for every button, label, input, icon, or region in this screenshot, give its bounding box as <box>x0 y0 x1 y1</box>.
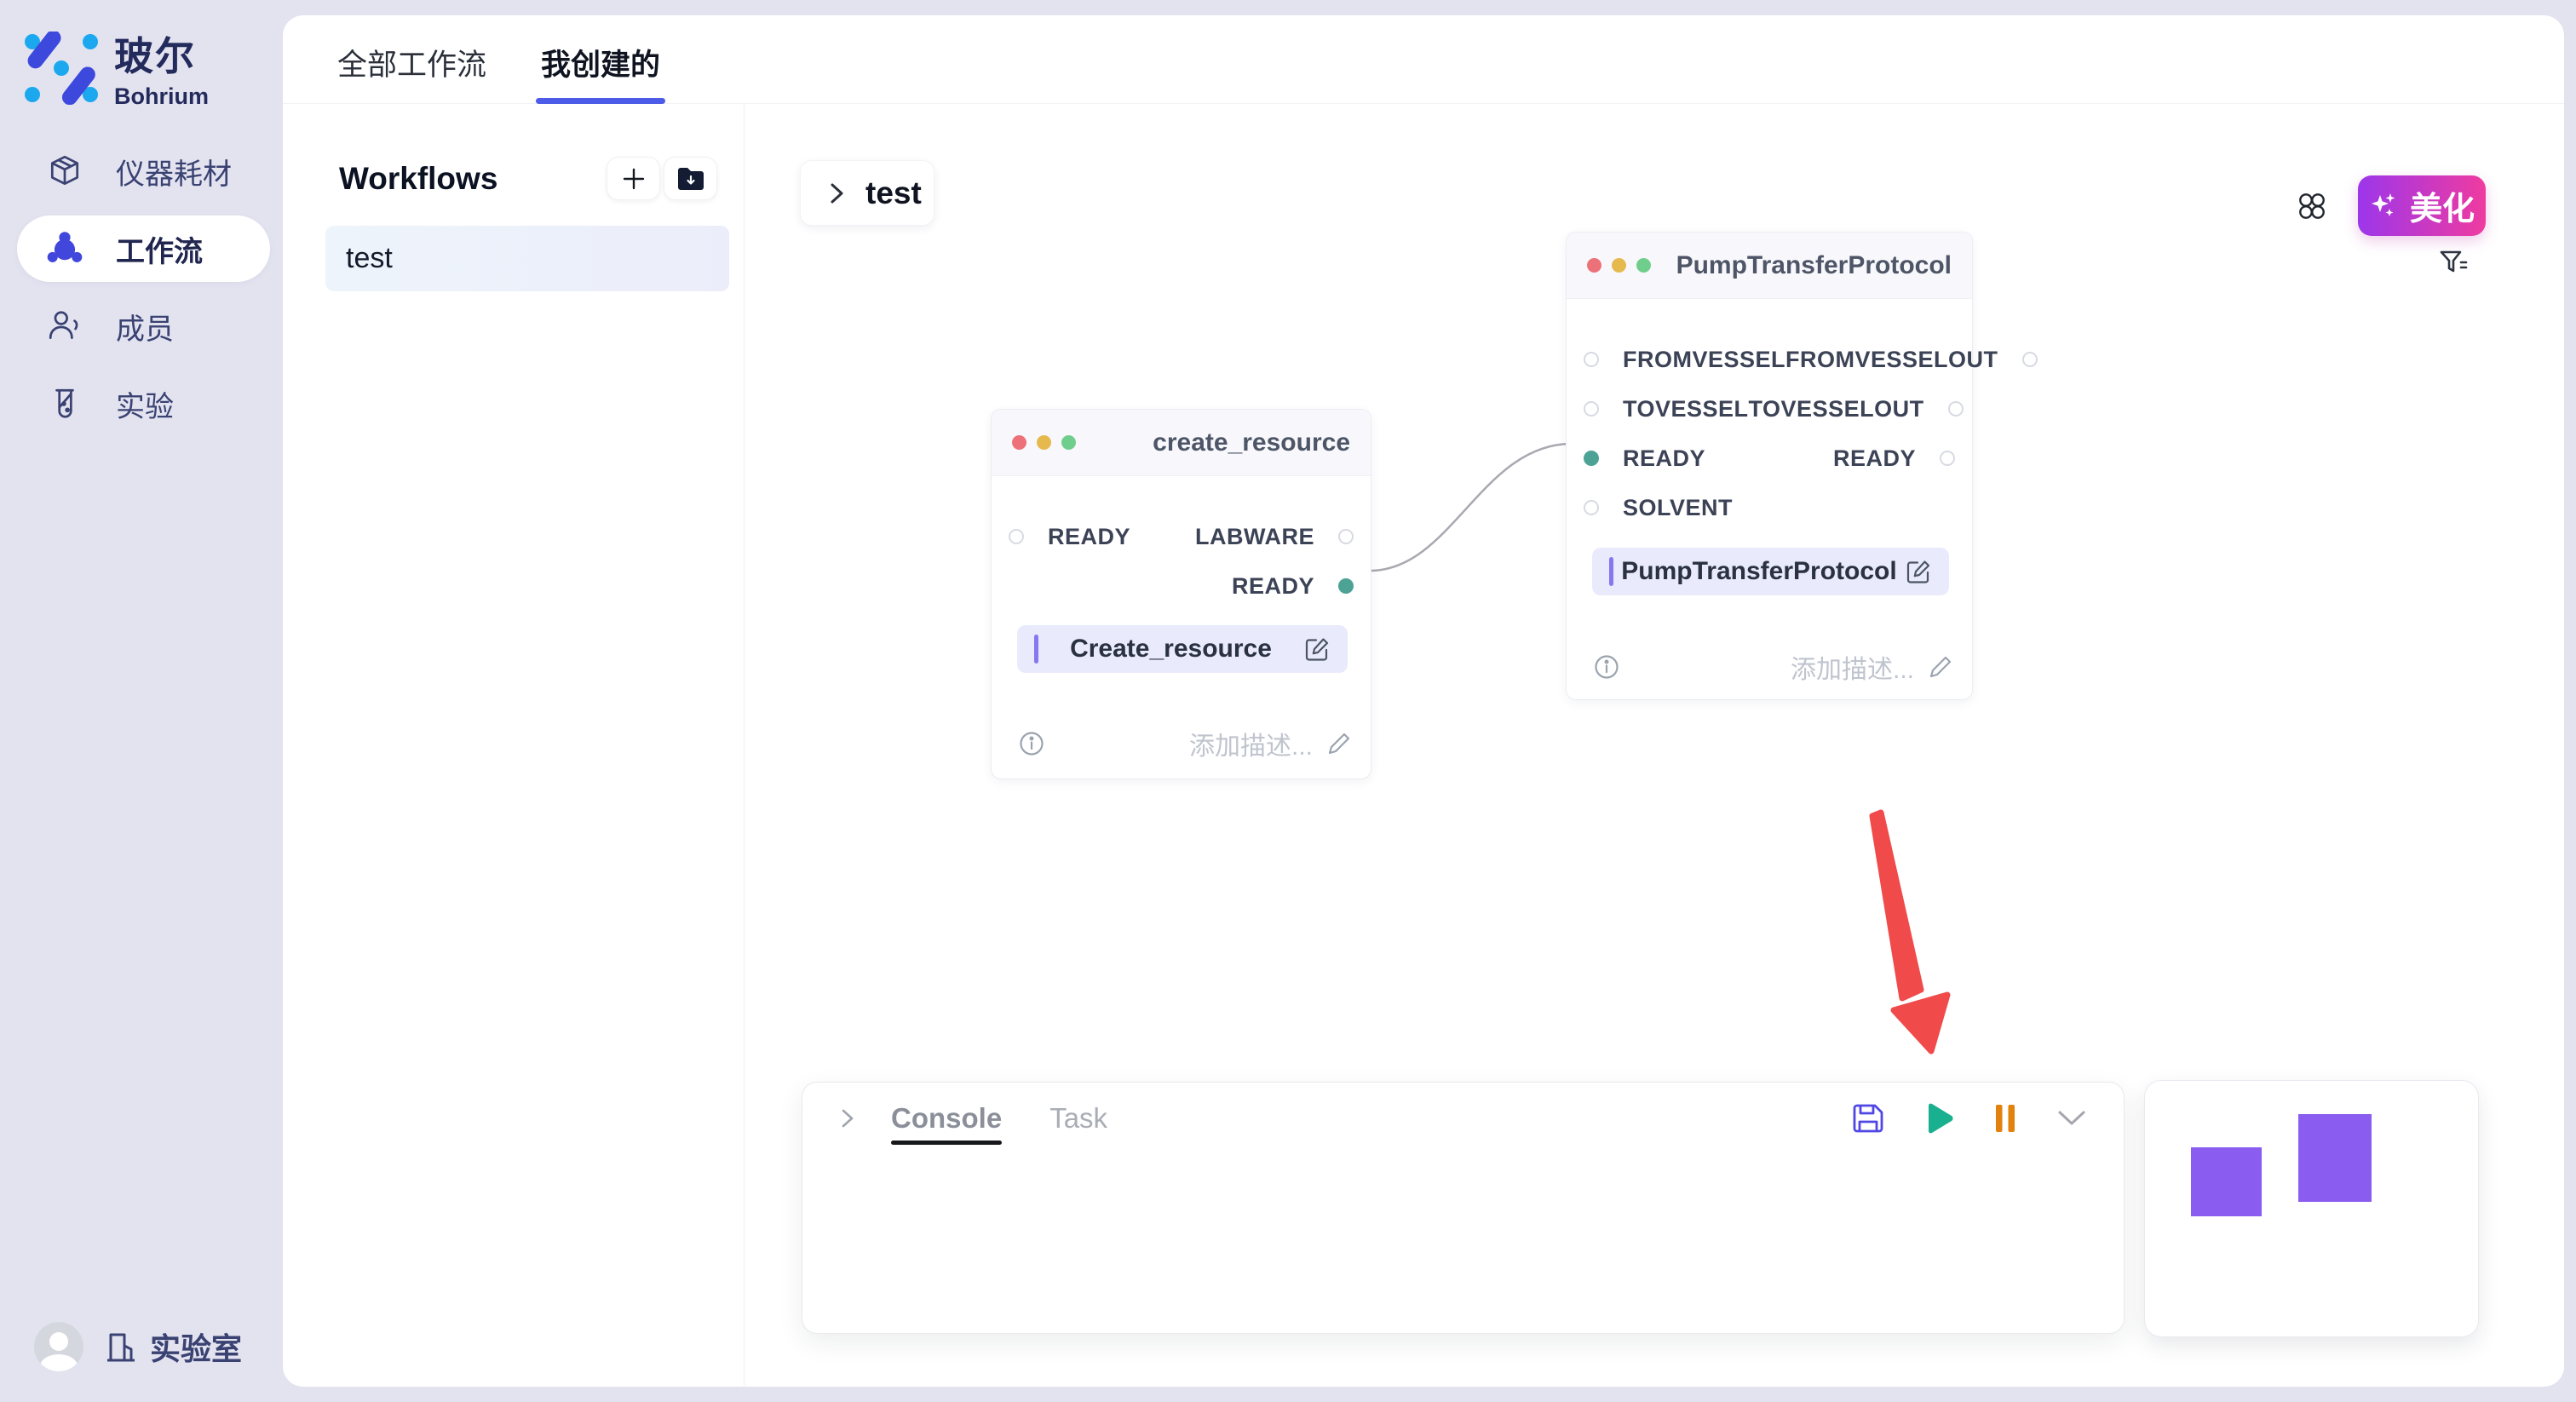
pencil-icon[interactable] <box>1928 654 1953 680</box>
workflows-title: Workflows <box>339 161 497 197</box>
pause-icon <box>1994 1104 2016 1133</box>
lab-label: 实验室 <box>150 1324 242 1369</box>
console-panel: Console Task <box>802 1082 2125 1334</box>
sidebar-item-workflow[interactable]: 工作流 <box>17 215 270 282</box>
avatar[interactable] <box>34 1322 83 1371</box>
members-icon <box>46 307 83 345</box>
lab-switcher[interactable]: 实验室 <box>104 1324 242 1369</box>
input-port[interactable] <box>1584 401 1599 417</box>
workflow-icon <box>46 230 83 267</box>
plus-icon <box>620 165 647 192</box>
breadcrumb[interactable]: test <box>800 160 934 226</box>
yellow-dot <box>1612 258 1626 273</box>
sidebar-item-label: 实验 <box>116 383 174 425</box>
test-tube-icon <box>46 385 83 422</box>
tab-my-created[interactable]: 我创建的 <box>541 41 660 103</box>
node-label: PumpTransferProtocol <box>1613 557 1905 586</box>
yellow-dot <box>1037 435 1051 450</box>
sidebar-nav: 仪器耗材 工作流 <box>0 138 283 437</box>
red-annotation-arrow <box>1872 813 1947 1051</box>
input-port-connected[interactable] <box>1584 451 1599 466</box>
logo-title: 玻尔 <box>114 26 209 82</box>
node-title: PumpTransferProtocol <box>1676 251 1952 280</box>
pause-button[interactable] <box>1994 1104 2016 1133</box>
workflow-list-panel: Workflows <box>283 104 745 1386</box>
node-label: Create_resource <box>1038 635 1303 664</box>
description-placeholder[interactable]: 添加描述... <box>1189 725 1313 762</box>
run-button[interactable] <box>1924 1102 1955 1135</box>
folder-download-icon <box>676 165 706 192</box>
sidebar-footer: 实验室 <box>34 1322 242 1371</box>
sidebar-item-label: 工作流 <box>116 228 203 270</box>
info-icon[interactable] <box>1594 654 1619 680</box>
filter-icon[interactable] <box>2438 247 2469 278</box>
save-button[interactable] <box>1851 1102 1885 1135</box>
red-dot <box>1012 435 1026 450</box>
add-workflow-button[interactable] <box>607 157 660 200</box>
node-pump-transfer-protocol[interactable]: PumpTransferProtocol FROMVESSEL FROMVESS… <box>1566 232 1973 700</box>
building-icon <box>104 1329 138 1365</box>
console-expand-icon[interactable] <box>838 1106 857 1131</box>
output-port[interactable] <box>1338 529 1354 544</box>
chevron-right-icon <box>826 180 847 207</box>
workflow-canvas[interactable]: test 美化 <box>745 104 2564 1386</box>
minimap-node <box>2191 1147 2262 1216</box>
sparkles-icon <box>2369 192 2398 221</box>
input-port[interactable] <box>1009 529 1024 544</box>
description-placeholder[interactable]: 添加描述... <box>1791 648 1914 686</box>
beautify-button[interactable]: 美化 <box>2358 175 2486 236</box>
sidebar-item-label: 成员 <box>116 306 174 348</box>
red-dot <box>1587 258 1601 273</box>
logo[interactable]: 玻尔 Bohrium <box>24 26 209 110</box>
sidebar-item-label: 仪器耗材 <box>116 151 232 192</box>
sidebar-item-members[interactable]: 成员 <box>17 293 270 359</box>
sidebar: 玻尔 Bohrium 仪器耗材 <box>0 0 283 1402</box>
breadcrumb-label: test <box>865 175 922 211</box>
bohrium-logo-icon <box>24 32 99 105</box>
green-dot <box>1061 435 1076 450</box>
chevron-down-icon <box>2056 1108 2088 1129</box>
collapse-console-button[interactable] <box>2056 1108 2088 1129</box>
sidebar-item-experiments[interactable]: 实验 <box>17 371 270 437</box>
edit-icon[interactable] <box>1905 558 1932 585</box>
workflow-tabs: 全部工作流 我创建的 <box>283 15 2564 104</box>
minimap[interactable] <box>2144 1080 2479 1337</box>
input-port[interactable] <box>1584 500 1599 515</box>
output-port[interactable] <box>1940 451 1955 466</box>
sidebar-item-instruments[interactable]: 仪器耗材 <box>17 138 270 204</box>
input-port[interactable] <box>1584 352 1599 367</box>
play-icon <box>1924 1102 1955 1135</box>
node-connection-edge <box>1371 444 1570 571</box>
main-panel: 全部工作流 我创建的 Workflows <box>283 15 2564 1387</box>
node-create-resource[interactable]: create_resource READY LABWARE <box>991 409 1371 779</box>
node-label-box[interactable]: Create_resource <box>1017 625 1348 673</box>
tab-all-workflows[interactable]: 全部工作流 <box>337 41 486 103</box>
pencil-icon[interactable] <box>1326 731 1352 756</box>
bohrium-workflow-app: 玻尔 Bohrium 仪器耗材 <box>0 0 2576 1402</box>
output-port[interactable] <box>2022 352 2038 367</box>
green-dot <box>1636 258 1651 273</box>
layout-apps-icon[interactable] <box>2297 191 2327 221</box>
logo-subtitle: Bohrium <box>114 83 209 110</box>
node-label-box[interactable]: PumpTransferProtocol <box>1592 548 1949 595</box>
active-tab-underline <box>536 98 665 104</box>
package-icon <box>46 152 83 190</box>
beautify-label: 美化 <box>2410 182 2475 229</box>
edit-icon[interactable] <box>1303 635 1331 663</box>
output-port-connected[interactable] <box>1338 578 1354 594</box>
node-status-dots <box>1587 258 1651 273</box>
tab-task[interactable]: Task <box>1049 1102 1107 1135</box>
tab-console[interactable]: Console <box>891 1102 1002 1135</box>
workflow-list-item-test[interactable]: test <box>325 226 729 291</box>
info-icon[interactable] <box>1019 731 1044 756</box>
output-port[interactable] <box>1948 401 1964 417</box>
import-folder-button[interactable] <box>664 157 717 200</box>
node-title: create_resource <box>1153 428 1350 457</box>
node-status-dots <box>1012 435 1076 450</box>
save-icon <box>1851 1102 1885 1135</box>
minimap-node <box>2298 1114 2372 1202</box>
